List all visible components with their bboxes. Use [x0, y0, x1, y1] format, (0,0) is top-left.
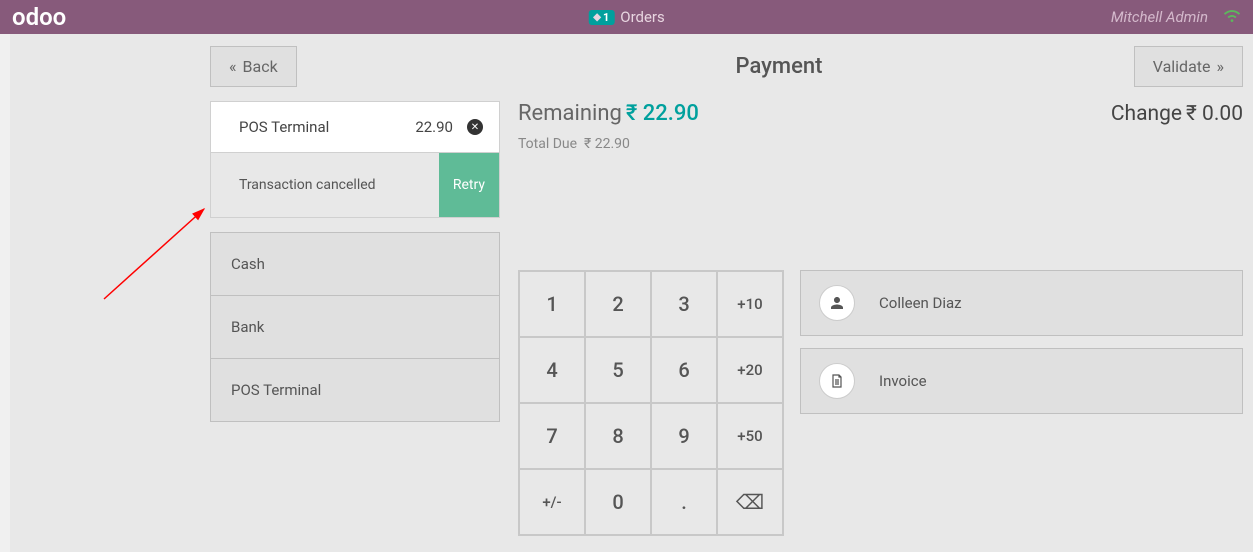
- back-button[interactable]: « Back: [210, 46, 297, 87]
- remaining-label: Remaining: [518, 101, 622, 126]
- numpad-6[interactable]: 6: [651, 337, 717, 403]
- user-name[interactable]: Mitchell Admin: [1111, 8, 1208, 26]
- delete-icon[interactable]: ✕: [467, 119, 483, 135]
- tag-icon: 1: [588, 10, 614, 25]
- change-label: Change: [1111, 102, 1182, 126]
- content-area: « Back Payment Validate » POS Terminal 2…: [10, 34, 1253, 552]
- right-column: Remaining ₹ 22.90 Change ₹ 0.00 Total Du…: [518, 101, 1243, 536]
- payment-method-cash[interactable]: Cash: [210, 232, 500, 295]
- logo: odoo: [12, 3, 66, 31]
- remaining-amount: ₹ 22.90: [626, 101, 699, 126]
- page-title: Payment: [518, 54, 1040, 79]
- chevron-left-icon: «: [229, 57, 237, 76]
- validate-button[interactable]: Validate »: [1134, 46, 1243, 87]
- retry-button[interactable]: Retry: [439, 153, 499, 217]
- wifi-icon: [1223, 8, 1241, 27]
- customer-button[interactable]: Colleen Diaz: [800, 270, 1243, 336]
- numpad-2[interactable]: 2: [585, 271, 651, 337]
- orders-link[interactable]: 1 Orders: [588, 8, 665, 26]
- payment-line-method: POS Terminal: [239, 118, 329, 136]
- total-due: Total Due ₹ 22.90: [518, 136, 1243, 152]
- document-icon: [819, 363, 855, 399]
- payment-method-pos-terminal[interactable]: POS Terminal: [210, 358, 500, 422]
- orders-label: Orders: [620, 8, 665, 26]
- numpad-3[interactable]: 3: [651, 271, 717, 337]
- numpad-4[interactable]: 4: [519, 337, 585, 403]
- numpad-plus10[interactable]: +10: [717, 271, 783, 337]
- payment-line[interactable]: POS Terminal 22.90 ✕: [210, 101, 500, 153]
- back-label: Back: [243, 57, 278, 76]
- numpad-plus50[interactable]: +50: [717, 403, 783, 469]
- topbar: odoo 1 Orders Mitchell Admin: [0, 0, 1253, 34]
- chevron-right-icon: »: [1217, 57, 1225, 76]
- invoice-button[interactable]: Invoice: [800, 348, 1243, 414]
- payment-line-amount: 22.90: [415, 118, 453, 136]
- numpad-1[interactable]: 1: [519, 271, 585, 337]
- numpad-5[interactable]: 5: [585, 337, 651, 403]
- numpad-dot[interactable]: .: [651, 469, 717, 535]
- numpad-0[interactable]: 0: [585, 469, 651, 535]
- numpad-backspace[interactable]: ⌫: [717, 469, 783, 535]
- numpad-8[interactable]: 8: [585, 403, 651, 469]
- numpad-9[interactable]: 9: [651, 403, 717, 469]
- validate-label: Validate: [1153, 57, 1211, 76]
- transaction-row: Transaction cancelled Retry: [210, 153, 500, 218]
- change-amount: ₹ 0.00: [1186, 102, 1243, 126]
- numpad: 1 2 3 +10 4 5 6 +20 7 8 9 +50 +/- 0: [518, 270, 784, 536]
- left-column: POS Terminal 22.90 ✕ Transaction cancell…: [210, 101, 500, 536]
- user-icon: [819, 285, 855, 321]
- invoice-label: Invoice: [879, 372, 927, 390]
- transaction-message: Transaction cancelled: [211, 153, 439, 217]
- numpad-sign[interactable]: +/-: [519, 469, 585, 535]
- numpad-7[interactable]: 7: [519, 403, 585, 469]
- customer-label: Colleen Diaz: [879, 294, 962, 312]
- payment-method-bank[interactable]: Bank: [210, 295, 500, 358]
- numpad-plus20[interactable]: +20: [717, 337, 783, 403]
